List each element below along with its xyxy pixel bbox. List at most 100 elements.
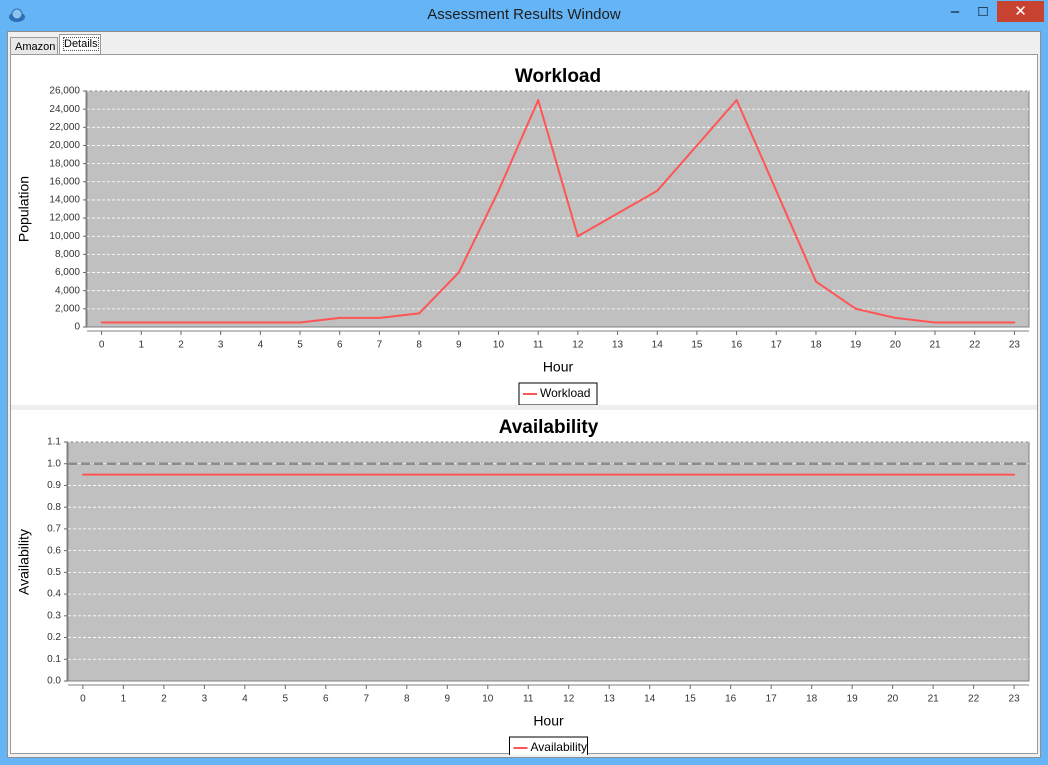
x-tick-label: 7 [364,694,370,705]
x-tick-label: 17 [766,694,778,705]
data-point [576,235,579,238]
x-tick-label: 16 [725,694,737,705]
y-tick-label: 8,000 [55,249,80,260]
y-tick-label: 0.3 [47,610,61,621]
legend-label: Availability [531,740,587,754]
data-point [775,189,778,192]
data-point [338,317,341,319]
x-tick-label: 19 [850,340,862,351]
data-point [567,473,570,476]
data-point [527,473,530,476]
data-point [284,473,287,476]
data-point [815,280,817,283]
data-point [729,473,732,476]
y-tick-label: 0 [74,322,80,333]
x-axis-label: Hour [533,713,564,729]
data-point [405,473,408,476]
x-tick-label: 23 [1009,694,1021,705]
x-tick-label: 10 [482,694,494,705]
data-point [180,321,182,324]
data-point [219,321,222,324]
y-tick-label: 0.5 [47,567,61,578]
x-tick-label: 7 [377,340,383,351]
y-tick-label: 0.1 [47,654,61,665]
data-point [973,321,976,324]
y-tick-label: 4,000 [55,285,80,296]
x-tick-label: 9 [456,340,462,351]
x-tick-label: 19 [847,694,859,705]
maximize-button[interactable]: □ [969,1,997,22]
minimize-button[interactable]: – [941,1,969,22]
data-point [486,473,489,476]
x-tick-label: 18 [806,694,818,705]
data-point [457,271,460,274]
data-point [770,473,773,476]
data-point [1013,321,1016,324]
data-point [894,317,897,319]
x-tick-label: 12 [563,694,575,705]
data-point [378,317,381,319]
x-axis-label: Hour [543,359,574,375]
x-tick-label: 4 [242,694,248,705]
y-tick-label: 6,000 [55,267,80,278]
data-point [696,144,698,147]
tab-amazon-label: Amazon [15,41,56,53]
x-tick-label: 15 [691,340,703,351]
workload-chart: Workload 0 2,000 4,000 6,000 8,000 10,000 12,00… [16,66,1030,406]
data-point [162,473,165,476]
y-tick-label: 0.8 [47,502,61,513]
tab-details-label: Details [63,37,99,51]
window-client-area: Amazon Details Workload 0 2,000 4,000 6,000 8… [7,31,1041,758]
y-tick-label: 0.6 [47,545,61,556]
y-tick-label: 20,000 [49,140,80,151]
data-point [299,321,301,324]
x-tick-label: 3 [218,340,224,351]
y-tick-label: 0.4 [47,589,61,600]
title-bar: Assessment Results Window – □ ✕ [0,0,1048,31]
x-tick-label: 3 [202,694,208,705]
x-tick-label: 2 [161,694,167,705]
data-point [418,312,420,315]
tab-details[interactable]: Details [59,34,101,54]
x-tick-label: 11 [523,694,534,705]
x-tick-label: 15 [685,694,697,705]
x-tick-label: 16 [731,340,743,351]
y-tick-label: 22,000 [49,122,80,133]
y-tick-label: 0.7 [47,524,61,535]
data-point [854,307,857,310]
y-tick-label: 0.9 [47,480,61,491]
plot-area [67,441,1030,682]
y-axis-label: Availability [16,529,32,595]
data-point [537,99,540,101]
data-point [140,321,143,324]
x-tick-label: 14 [644,694,656,705]
x-tick-label: 21 [928,694,940,705]
plot-area [86,90,1030,328]
legend-label: Workload [540,386,590,400]
y-tick-label: 1.0 [47,458,61,469]
data-point [735,99,738,101]
data-point [122,473,125,476]
x-tick-label: 11 [533,340,544,351]
x-tick-label: 4 [258,340,264,351]
x-tick-label: 6 [337,340,343,351]
x-tick-label: 22 [969,340,981,351]
x-tick-label: 9 [445,694,451,705]
x-tick-label: 8 [404,694,410,705]
y-tick-label: 2,000 [55,303,80,314]
y-tick-label: 0.2 [47,632,61,643]
y-tick-label: 14,000 [49,195,80,206]
close-button[interactable]: ✕ [997,1,1044,22]
x-tick-label: 2 [178,340,184,351]
x-tick-label: 21 [929,340,941,351]
data-point [203,473,206,476]
chart-title: Availability [499,417,599,438]
data-point [689,473,692,476]
data-point [608,473,611,476]
x-tick-label: 0 [99,340,105,351]
tab-amazon[interactable]: Amazon [10,37,58,55]
x-tick-label: 14 [652,340,664,351]
y-tick-label: 24,000 [49,104,80,115]
x-tick-label: 8 [416,340,422,351]
y-tick-label: 18,000 [49,158,80,169]
